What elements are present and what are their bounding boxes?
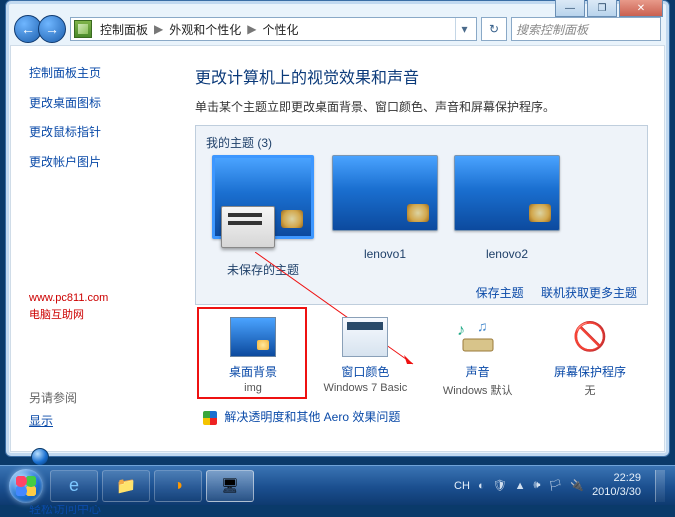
breadcrumb[interactable]: 控制面板 ▶ 外观和个性化 ▶ 个性化 ▾ [70,17,477,41]
main-content: 更改计算机上的视觉效果和声音 单击某个主题立即更改桌面背景、窗口颜色、声音和屏幕… [179,46,664,451]
window-color-icon [342,317,388,357]
themes-panel: 我的主题 (3) 未保存的主题 lenovo1 lenovo2 [195,125,648,305]
page-subtitle: 单击某个主题立即更改桌面背景、窗口颜色、声音和屏幕保护程序。 [195,98,648,115]
taskbar-explorer[interactable]: 📁 [102,470,150,502]
screensaver-option[interactable]: 屏幕保护程序 无 [540,317,640,398]
theme-lenovo1[interactable]: lenovo1 [330,155,440,278]
theme-lenovo2[interactable]: lenovo2 [452,155,562,278]
tray-power-icon[interactable]: 🔌 [570,479,584,492]
crumb-1[interactable]: 外观和个性化 [165,19,245,40]
get-more-themes-link[interactable]: 联机获取更多主题 [541,286,637,300]
window-maximize-button[interactable]: ❐ [587,0,617,17]
window-minimize-button[interactable]: — [555,0,585,17]
crumb-2[interactable]: 个性化 [259,19,303,40]
taskbar-mediaplayer[interactable]: ◑ [154,470,202,502]
show-desktop-button[interactable] [655,470,665,502]
control-panel-icon [74,20,92,38]
screensaver-icon [567,317,613,357]
sounds-option[interactable]: ♪♫ 声音 Windows 默认 [428,317,528,398]
tray-flag-icon[interactable]: 🏳 [548,479,562,492]
win7-orb-icon [31,448,49,466]
taskbar-clock[interactable]: 22:29 2010/3/30 [592,472,641,498]
sidebar-home[interactable]: 控制面板主页 [29,66,165,82]
taskbar-ie[interactable]: e [50,470,98,502]
taskbar-control-panel[interactable]: 🖥 [206,470,254,502]
search-input[interactable]: 搜索控制面板 [511,17,661,41]
taskbar: e 📁 ◑ 🖥 CH ◐ 🛡 ▲ 🕪 🏳 🔌 22:29 2010/3/30 [0,465,675,505]
ime-indicator[interactable]: CH [454,480,470,492]
window-close-button[interactable]: ✕ [619,0,663,17]
desktop-background-icon [230,317,276,357]
tray-icon-1[interactable]: ◐ [478,480,485,492]
start-button[interactable] [6,466,46,506]
nav-forward-button[interactable]: → [38,15,66,43]
desktop-background-option[interactable]: 桌面背景 img [203,317,303,398]
window-color-option[interactable]: 窗口颜色 Windows 7 Basic [315,317,415,398]
start-orb-icon [9,469,43,503]
sidebar-account-picture[interactable]: 更改帐户图片 [29,155,165,171]
control-panel-window: — ❐ ✕ ← → 控制面板 ▶ 外观和个性化 ▶ 个性化 ▾ ↻ 搜索控制面板… [5,0,670,457]
see-also-heading: 另请参阅 [29,389,165,406]
svg-text:♫: ♫ [477,318,488,334]
crumb-0[interactable]: 控制面板 [96,19,152,40]
sidebar: 控制面板主页 更改桌面图标 更改鼠标指针 更改帐户图片 www.pc811.co… [11,46,179,451]
my-themes-heading: 我的主题 (3) [206,134,639,151]
tray-icon-2[interactable]: 🛡 [493,479,507,492]
svg-text:♪: ♪ [457,322,465,339]
seealso-display[interactable]: 显示 [29,414,53,430]
sounds-icon: ♪♫ [455,317,501,357]
shield-icon [203,411,217,425]
sidebar-desktop-icons[interactable]: 更改桌面图标 [29,96,165,112]
breadcrumb-dropdown[interactable]: ▾ [455,18,473,40]
save-theme-link[interactable]: 保存主题 [476,286,524,300]
sidebar-mouse-pointers[interactable]: 更改鼠标指针 [29,125,165,141]
search-placeholder: 搜索控制面板 [516,21,588,38]
page-title: 更改计算机上的视觉效果和声音 [195,64,648,88]
troubleshoot-aero-link[interactable]: 解决透明度和其他 Aero 效果问题 [224,410,400,424]
system-tray: CH ◐ 🛡 ▲ 🕪 🏳 🔌 22:29 2010/3/30 [454,470,669,502]
refresh-button[interactable]: ↻ [481,17,507,41]
theme-unsaved[interactable]: 未保存的主题 [208,155,318,278]
annotation-text: www.pc811.com 电脑互助网 [29,290,165,323]
tray-icon-3[interactable]: ▲ [515,480,526,492]
tray-volume-icon[interactable]: 🕪 [533,479,540,492]
